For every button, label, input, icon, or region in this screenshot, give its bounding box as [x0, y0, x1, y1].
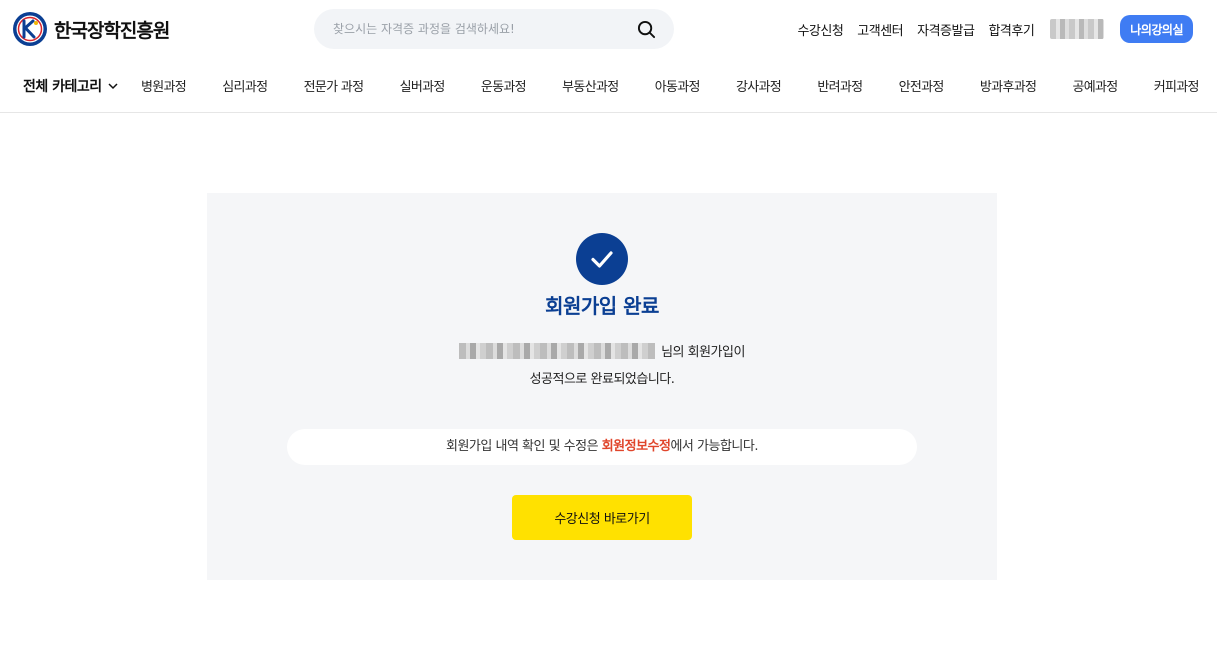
- member-email-redacted: [459, 342, 656, 359]
- info-notice: 회원가입 내역 확인 및 수정은 회원정보수정에서 가능합니다.: [287, 429, 917, 465]
- completion-message-suffix: 님의 회원가입이: [661, 345, 745, 360]
- all-category-menu[interactable]: 전체 카테고리: [23, 76, 119, 96]
- top-header: 한국장학진흥원 수강신청 고객센터 자격증발급 합격후기 나의강의실: [0, 0, 1217, 60]
- util-link-reviews[interactable]: 합격후기: [988, 20, 1034, 39]
- category-item-pet[interactable]: 반려과정: [815, 76, 864, 95]
- search-bar: [314, 9, 674, 49]
- user-name-redacted[interactable]: [1050, 19, 1105, 39]
- category-item-expert[interactable]: 전문가 과정: [302, 76, 366, 95]
- category-item-after-school[interactable]: 방과후과정: [978, 76, 1038, 95]
- chevron-down-icon: [108, 83, 118, 90]
- category-item-coffee[interactable]: 커피과정: [1152, 76, 1201, 95]
- category-list: 병원과정 심리과정 전문가 과정 실버과정 운동과정 부동산과정 아동과정 강사…: [139, 76, 1201, 95]
- category-item-real-estate[interactable]: 부동산과정: [560, 76, 620, 95]
- logo-emblem-icon: [13, 12, 47, 46]
- search-input[interactable]: [333, 22, 634, 36]
- util-link-customer-center[interactable]: 고객센터: [857, 20, 903, 39]
- category-item-exercise[interactable]: 운동과정: [479, 76, 528, 95]
- signup-complete-panel: 회원가입 완료 님의 회원가입이 성공적으로 완료되었습니다. 회원가입 내역 …: [207, 193, 997, 580]
- check-circle-icon: [576, 233, 628, 285]
- go-course-apply-button[interactable]: 수강신청 바로가기: [512, 495, 692, 540]
- util-link-course-apply[interactable]: 수강신청: [797, 20, 843, 39]
- info-text-after: 에서 가능합니다.: [670, 439, 758, 454]
- completion-message-line2: 성공적으로 완료되었습니다.: [529, 372, 675, 387]
- page-title: 회원가입 완료: [545, 294, 659, 318]
- category-item-child[interactable]: 아동과정: [653, 76, 702, 95]
- my-lecture-button[interactable]: 나의강의실: [1120, 15, 1193, 43]
- all-category-label: 전체 카테고리: [23, 79, 102, 95]
- category-item-hospital[interactable]: 병원과정: [139, 76, 188, 95]
- utility-menu: 수강신청 고객센터 자격증발급 합격후기 나의강의실: [797, 15, 1193, 43]
- search-icon[interactable]: [634, 17, 658, 41]
- logo-text: 한국장학진흥원: [54, 19, 170, 42]
- category-item-safety[interactable]: 안전과정: [897, 76, 946, 95]
- site-logo[interactable]: 한국장학진흥원: [12, 10, 170, 48]
- category-nav: 전체 카테고리 병원과정 심리과정 전문가 과정 실버과정 운동과정 부동산과정…: [0, 60, 1217, 113]
- info-text-before: 회원가입 내역 확인 및 수정은: [446, 439, 602, 454]
- category-item-instructor[interactable]: 강사과정: [734, 76, 783, 95]
- category-item-craft[interactable]: 공예과정: [1070, 76, 1119, 95]
- category-item-silver[interactable]: 실버과정: [398, 76, 447, 95]
- category-item-psychology[interactable]: 심리과정: [220, 76, 269, 95]
- completion-message: 님의 회원가입이: [207, 341, 997, 360]
- util-link-certificate-issue[interactable]: 자격증발급: [917, 20, 975, 39]
- member-info-edit-link[interactable]: 회원정보수정: [602, 439, 671, 454]
